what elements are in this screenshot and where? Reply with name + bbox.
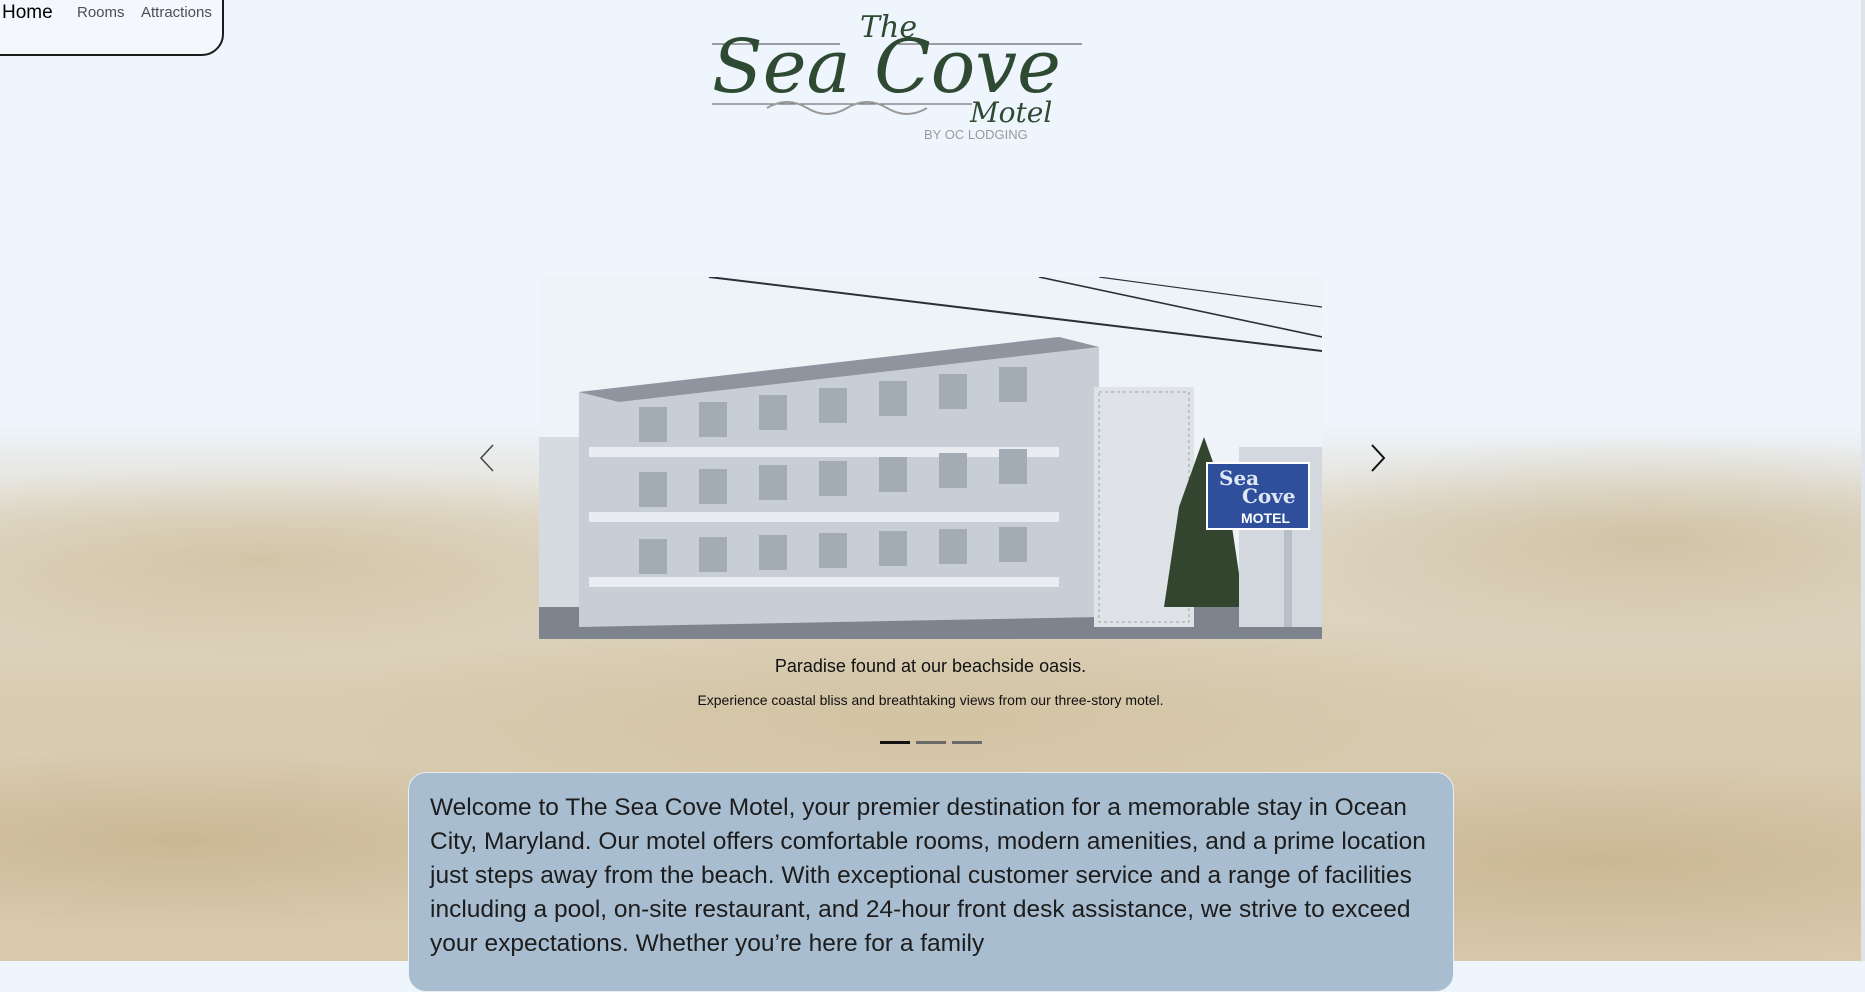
svg-text:MOTEL: MOTEL <box>1241 510 1290 526</box>
carousel-indicator-3[interactable] <box>952 741 982 744</box>
scrollbar[interactable] <box>1861 0 1865 961</box>
main-nav: Home Rooms Attractions <box>0 0 224 56</box>
nav-item-rooms[interactable]: Rooms <box>77 4 125 21</box>
carousel-prev-button[interactable] <box>475 443 501 473</box>
chevron-left-icon <box>479 444 494 472</box>
carousel-caption-subtitle: Experience coastal bliss and breathtakin… <box>697 692 1164 708</box>
nav-item-home[interactable]: Home <box>2 2 53 24</box>
welcome-card: Welcome to The Sea Cove Motel, your prem… <box>408 772 1454 992</box>
carousel-slide-image: Sea Cove MOTEL <box>539 277 1322 639</box>
nav-item-attractions[interactable]: Attractions <box>141 4 212 21</box>
svg-text:Cove: Cove <box>1242 484 1296 508</box>
welcome-text: Welcome to The Sea Cove Motel, your prem… <box>430 794 1426 957</box>
logo-motel: Motel <box>969 96 1052 129</box>
carousel-indicator-2[interactable] <box>916 741 946 744</box>
carousel-indicator-1[interactable] <box>880 741 910 744</box>
logo-tagline: BY OC LODGING <box>924 127 1028 142</box>
carousel-next-button[interactable] <box>1364 443 1390 473</box>
carousel-caption-title: Paradise found at our beachside oasis. <box>774 656 1087 676</box>
site-logo[interactable]: The Sea Cove Motel BY OC LODGING <box>712 4 1082 144</box>
chevron-right-icon <box>1371 444 1386 472</box>
